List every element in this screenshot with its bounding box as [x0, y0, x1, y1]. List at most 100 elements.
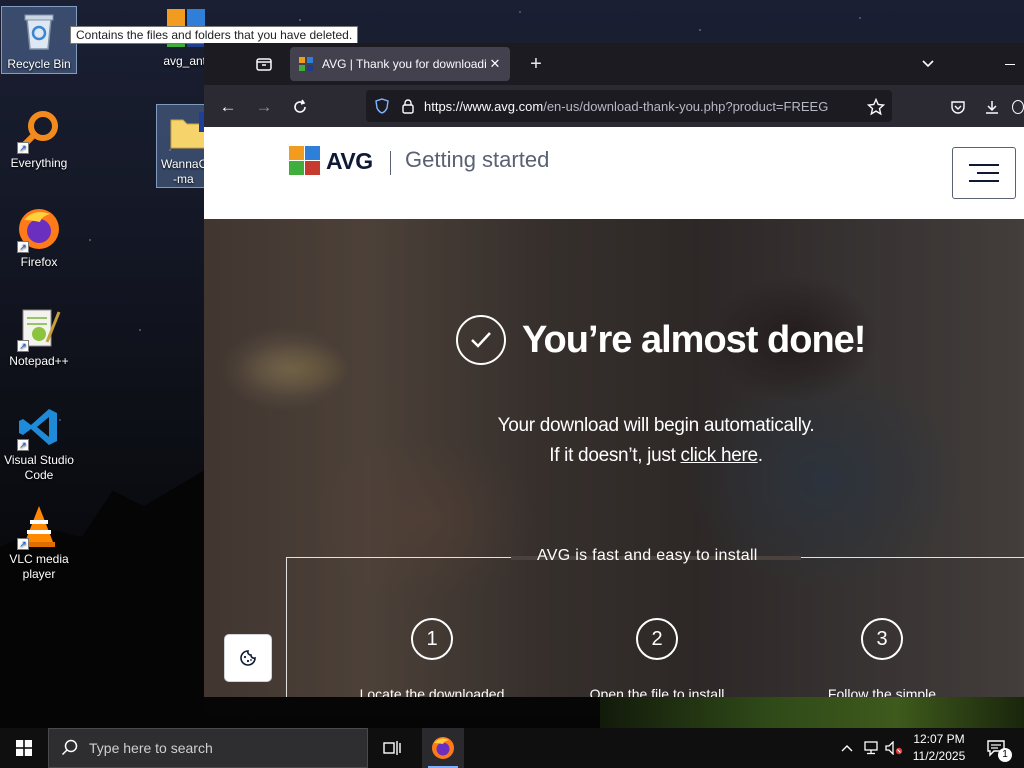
web-page: AVG Getting started You’re almost done! [204, 127, 1024, 697]
windows-logo-icon [16, 740, 32, 756]
shortcut-arrow-icon: ↗ [17, 241, 29, 253]
fallback-message: If it doesn’t, just click here. [204, 445, 1024, 467]
reload-icon [294, 99, 306, 113]
start-button[interactable] [0, 728, 48, 768]
desktop-icon-wannac-folder[interactable]: WannaC -ma [156, 104, 208, 188]
plus-icon: + [530, 52, 542, 75]
desktop-icon-notepad-plus-plus[interactable]: ↗ Notepad++ [1, 304, 77, 369]
firefox-view-button[interactable] [248, 49, 280, 79]
download-message: Your download will begin automatically. [497, 415, 815, 436]
reload-button[interactable] [286, 93, 314, 121]
desktop-icon-label: VLC media player [9, 552, 69, 581]
downloads-button[interactable] [978, 93, 1006, 121]
hero-content: You’re almost done! Your download will b… [204, 219, 1024, 697]
volume-tray-button[interactable] [884, 728, 904, 768]
forward-button[interactable]: → [250, 93, 278, 121]
back-button[interactable]: ← [214, 93, 242, 121]
everything-search-icon: ↗ [15, 106, 63, 154]
tab-close-icon[interactable]: ✕ [488, 56, 502, 72]
new-tab-button[interactable]: + [522, 49, 550, 79]
list-all-tabs-button[interactable] [914, 49, 942, 79]
notepad-plus-plus-icon: ↗ [15, 304, 63, 352]
shortcut-arrow-icon: ↗ [17, 142, 29, 154]
header-divider [390, 151, 391, 175]
fallback-prefix: If it doesn’t, just [549, 445, 681, 466]
task-view-icon [383, 741, 401, 755]
desktop-icon-label: Everything [10, 156, 68, 170]
taskbar-clock[interactable]: 12:07 PM 11/2/2025 [906, 731, 972, 765]
tab-title: AVG | Thank you for downloadi [322, 57, 487, 71]
clock-date: 11/2/2025 [912, 749, 966, 763]
desktop-icon-label: Firefox [20, 255, 58, 269]
bookmark-star-button[interactable] [862, 93, 890, 121]
desktop-icon-recycle-bin[interactable]: Recycle Bin [1, 6, 77, 74]
desktop-icon-firefox[interactable]: ↗ Firefox [1, 205, 77, 270]
header-title: Getting started [405, 147, 550, 172]
url-path: /en-us/download-thank-you.php?product=FR… [543, 98, 829, 114]
step-3-label: Follow the simple [827, 686, 937, 697]
avg-favicon-icon [298, 56, 314, 72]
hamburger-line [969, 180, 999, 182]
desktop-icon-label: Visual Studio Code [4, 453, 74, 482]
minimize-icon [1005, 63, 1015, 65]
chevron-up-icon [841, 745, 853, 752]
chevron-down-icon [922, 60, 934, 68]
desktop-wallpaper-grass [600, 697, 1024, 728]
firefox-icon: ↗ [15, 205, 63, 253]
hamburger-menu-button[interactable] [952, 147, 1016, 199]
star-icon [867, 98, 885, 116]
desktop-icon-vlc[interactable]: ↗ VLC media player [1, 502, 77, 582]
download-icon [986, 101, 998, 114]
hamburger-line [969, 164, 999, 166]
desktop-icon-label: WannaC [161, 157, 208, 171]
action-center-button[interactable]: 1 [976, 728, 1016, 768]
step-2-number: 2 [636, 618, 678, 660]
desktop-icon-everything[interactable]: ↗ Everything [1, 106, 77, 171]
avg-logo-mark-icon [288, 145, 322, 177]
step-1-number: 1 [411, 618, 453, 660]
hero-title: You’re almost done! [522, 318, 866, 361]
minimize-button[interactable] [996, 49, 1024, 79]
lock-icon[interactable] [400, 98, 416, 114]
shortcut-arrow-icon: ↗ [17, 538, 29, 550]
taskbar-search-box[interactable]: Type here to search [48, 728, 368, 768]
shortcut-arrow-icon: ↗ [17, 340, 29, 352]
url-text: https://www.avg.com/en-us/download-thank… [424, 99, 884, 114]
account-button[interactable] [1012, 93, 1024, 121]
search-placeholder: Type here to search [89, 740, 213, 756]
url-host: https://www.avg.com [424, 98, 544, 114]
folder-icon [165, 107, 207, 155]
show-hidden-icons-button[interactable] [838, 728, 856, 768]
tracking-protection-shield-icon[interactable] [374, 98, 390, 114]
account-icon [1012, 100, 1024, 114]
firefox-view-icon [256, 58, 272, 71]
desktop-icon-vscode[interactable]: ↗ Visual Studio Code [1, 403, 77, 483]
pocket-icon [951, 101, 965, 114]
task-view-button[interactable] [372, 728, 412, 768]
firefox-window: AVG | Thank you for downloadi ✕ + ← → ht… [204, 43, 1024, 697]
taskbar: Type here to search 12:07 PM 11/2/2025 1 [0, 728, 1024, 768]
arrow-left-icon: ← [219, 97, 237, 116]
install-steps-section: AVG is fast and easy to install 1 Locate… [286, 547, 1024, 697]
taskbar-firefox-button[interactable] [422, 728, 464, 768]
tab-bar: AVG | Thank you for downloadi ✕ + [204, 43, 1024, 85]
recycle-bin-tooltip: Contains the files and folders that you … [70, 26, 359, 44]
pocket-button[interactable] [944, 93, 972, 121]
hero-section: You’re almost done! Your download will b… [204, 219, 1024, 697]
click-here-link[interactable]: click here [681, 445, 759, 466]
network-icon [864, 741, 878, 755]
checkmark-circle-icon [456, 315, 506, 365]
url-bar[interactable]: https://www.avg.com/en-us/download-thank… [366, 90, 892, 122]
network-tray-button[interactable] [862, 728, 882, 768]
tab-avg-thank-you[interactable]: AVG | Thank you for downloadi ✕ [290, 47, 510, 81]
site-header: AVG Getting started [204, 127, 1024, 219]
firefox-icon [432, 737, 454, 759]
clock-time: 12:07 PM [913, 732, 965, 746]
cookie-settings-button[interactable] [225, 635, 271, 681]
recycle-bin-icon [15, 7, 63, 55]
desktop-icon-label: Notepad++ [9, 354, 69, 368]
avg-logo[interactable]: AVG [288, 145, 373, 177]
notification-count-badge: 1 [998, 748, 1012, 762]
fallback-suffix: . [757, 445, 763, 466]
step-3-number: 3 [861, 618, 903, 660]
